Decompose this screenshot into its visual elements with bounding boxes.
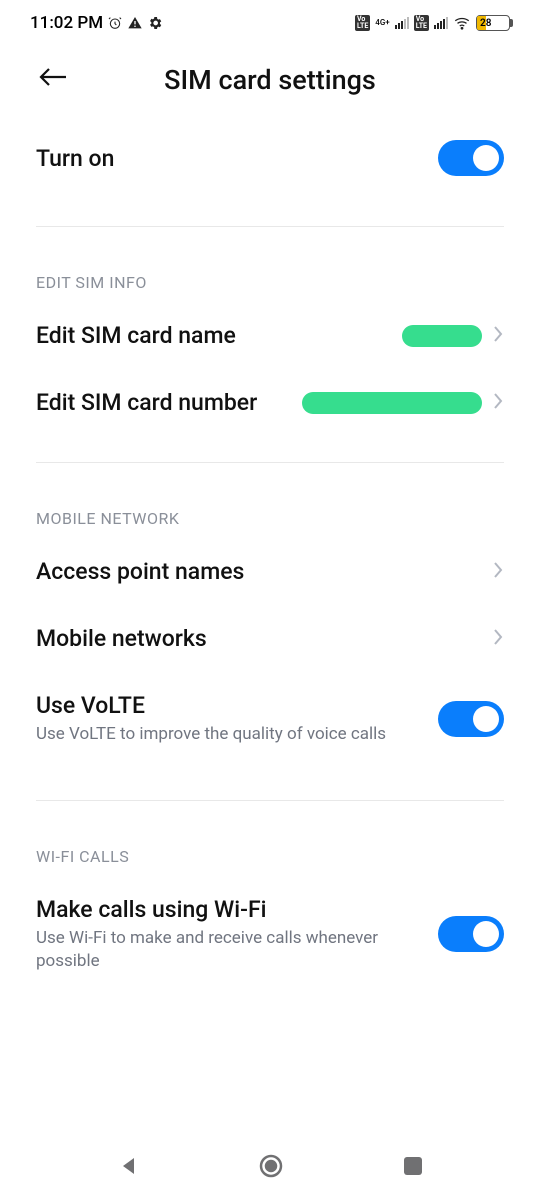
wifi-calls-subtitle: Use Wi-Fi to make and receive calls when… [36, 927, 396, 973]
mobile-networks-label: Mobile networks [36, 625, 476, 652]
turn-on-toggle[interactable] [438, 140, 504, 176]
app-header: SIM card settings [0, 46, 540, 116]
edit-sim-name-row[interactable]: Edit SIM card name [0, 302, 540, 369]
status-bar: 11:02 PM VoLTE 4G+ VoLTE 28 [0, 0, 540, 46]
edit-sim-number-row[interactable]: Edit SIM card number [0, 369, 540, 436]
android-nav-bar [0, 1140, 540, 1200]
page-title: SIM card settings [30, 64, 510, 96]
battery-percent: 28 [480, 18, 491, 29]
nav-back-icon[interactable] [117, 1154, 141, 1182]
nav-home-icon[interactable] [257, 1152, 285, 1184]
volte-label: Use VoLTE [36, 692, 422, 719]
sim-number-value-redacted [302, 392, 482, 414]
volte-row[interactable]: Use VoLTE Use VoLTE to improve the quali… [0, 672, 540, 766]
volte-badge-1: VoLTE [355, 15, 370, 31]
signal-bars-1 [395, 17, 409, 29]
warning-icon [127, 15, 143, 31]
battery-indicator: 28 [476, 15, 510, 31]
back-arrow-icon[interactable] [38, 66, 68, 92]
wifi-calls-label: Make calls using Wi-Fi [36, 896, 422, 923]
chevron-right-icon [492, 560, 504, 584]
alarm-icon [107, 15, 123, 31]
volte-badge-2: VoLTE [414, 15, 429, 31]
apn-label: Access point names [36, 558, 476, 585]
status-time: 11:02 PM [30, 13, 103, 33]
volte-toggle[interactable] [438, 701, 504, 737]
signal-bars-2 [434, 17, 448, 29]
wifi-icon [453, 14, 471, 32]
turn-on-label: Turn on [36, 145, 422, 172]
mobile-networks-row[interactable]: Mobile networks [0, 605, 540, 672]
apn-row[interactable]: Access point names [0, 538, 540, 605]
status-right: VoLTE 4G+ VoLTE 28 [355, 14, 510, 32]
nav-recents-icon[interactable] [402, 1155, 424, 1181]
chevron-right-icon [492, 391, 504, 415]
chevron-right-icon [492, 324, 504, 348]
status-left: 11:02 PM [30, 13, 163, 33]
wifi-calls-row[interactable]: Make calls using Wi-Fi Use Wi-Fi to make… [0, 876, 540, 993]
gear-icon [147, 15, 163, 31]
turn-on-row[interactable]: Turn on [0, 116, 540, 226]
edit-sim-number-label: Edit SIM card number [36, 389, 286, 416]
section-header-edit-sim: EDIT SIM INFO [0, 227, 540, 302]
network-type-label: 4G+ [375, 19, 389, 27]
chevron-right-icon [492, 627, 504, 651]
edit-sim-name-label: Edit SIM card name [36, 322, 386, 349]
section-header-wifi-calls: WI-FI CALLS [0, 801, 540, 876]
volte-subtitle: Use VoLTE to improve the quality of voic… [36, 723, 396, 746]
section-header-mobile-network: MOBILE NETWORK [0, 463, 540, 538]
sim-name-value-redacted [402, 325, 482, 347]
wifi-calls-toggle[interactable] [438, 916, 504, 952]
